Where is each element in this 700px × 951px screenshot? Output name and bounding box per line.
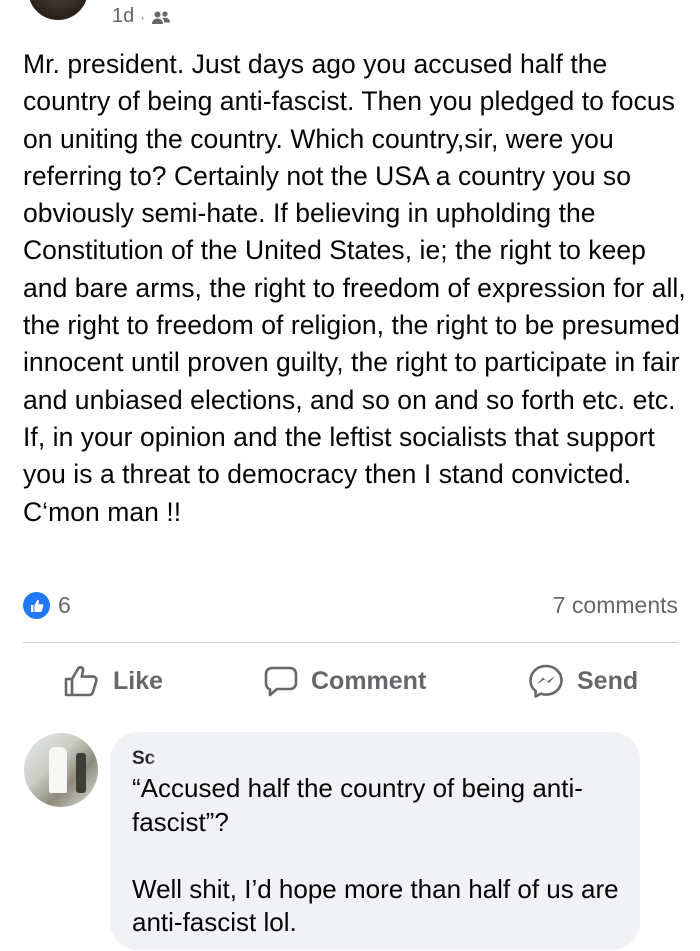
comment-button[interactable]: Comment <box>263 660 426 702</box>
commenter-name[interactable]: Sc <box>132 748 192 770</box>
like-count[interactable]: 6 <box>58 592 71 619</box>
post-timestamp[interactable]: 1d <box>112 5 134 28</box>
like-label: Like <box>113 666 164 695</box>
comment-text: “Accused half the country of being anti-… <box>132 773 619 937</box>
send-button[interactable]: Send <box>527 660 638 702</box>
divider <box>23 642 678 643</box>
avatar-shadow <box>76 753 86 793</box>
avatar-figure <box>49 747 67 793</box>
friends-icon <box>151 9 171 25</box>
post-header: 1d · <box>0 0 700 40</box>
like-button[interactable]: Like <box>63 660 163 702</box>
comment-label: Comment <box>311 666 427 695</box>
action-bar: Like Comment Send <box>0 660 700 702</box>
author-avatar[interactable] <box>28 0 88 20</box>
comments-count-link[interactable]: 7 comments <box>553 592 678 619</box>
post-meta: 1d · <box>112 5 171 28</box>
facebook-post: 1d · Mr. president. Just days ago you ac… <box>0 0 700 951</box>
send-label: Send <box>577 666 639 695</box>
thumbs-up-icon <box>63 664 101 698</box>
like-reaction-icon[interactable] <box>23 592 50 619</box>
meta-separator: · <box>140 8 145 25</box>
reactions-row: 6 7 comments <box>23 590 678 622</box>
comment-bubble-icon <box>263 664 299 698</box>
messenger-icon <box>527 663 565 699</box>
comment-bubble: Sc “Accused half the country of being an… <box>110 732 640 950</box>
commenter-avatar[interactable] <box>24 733 98 807</box>
post-body-text: Mr. president. Just days ago you accused… <box>23 49 686 527</box>
